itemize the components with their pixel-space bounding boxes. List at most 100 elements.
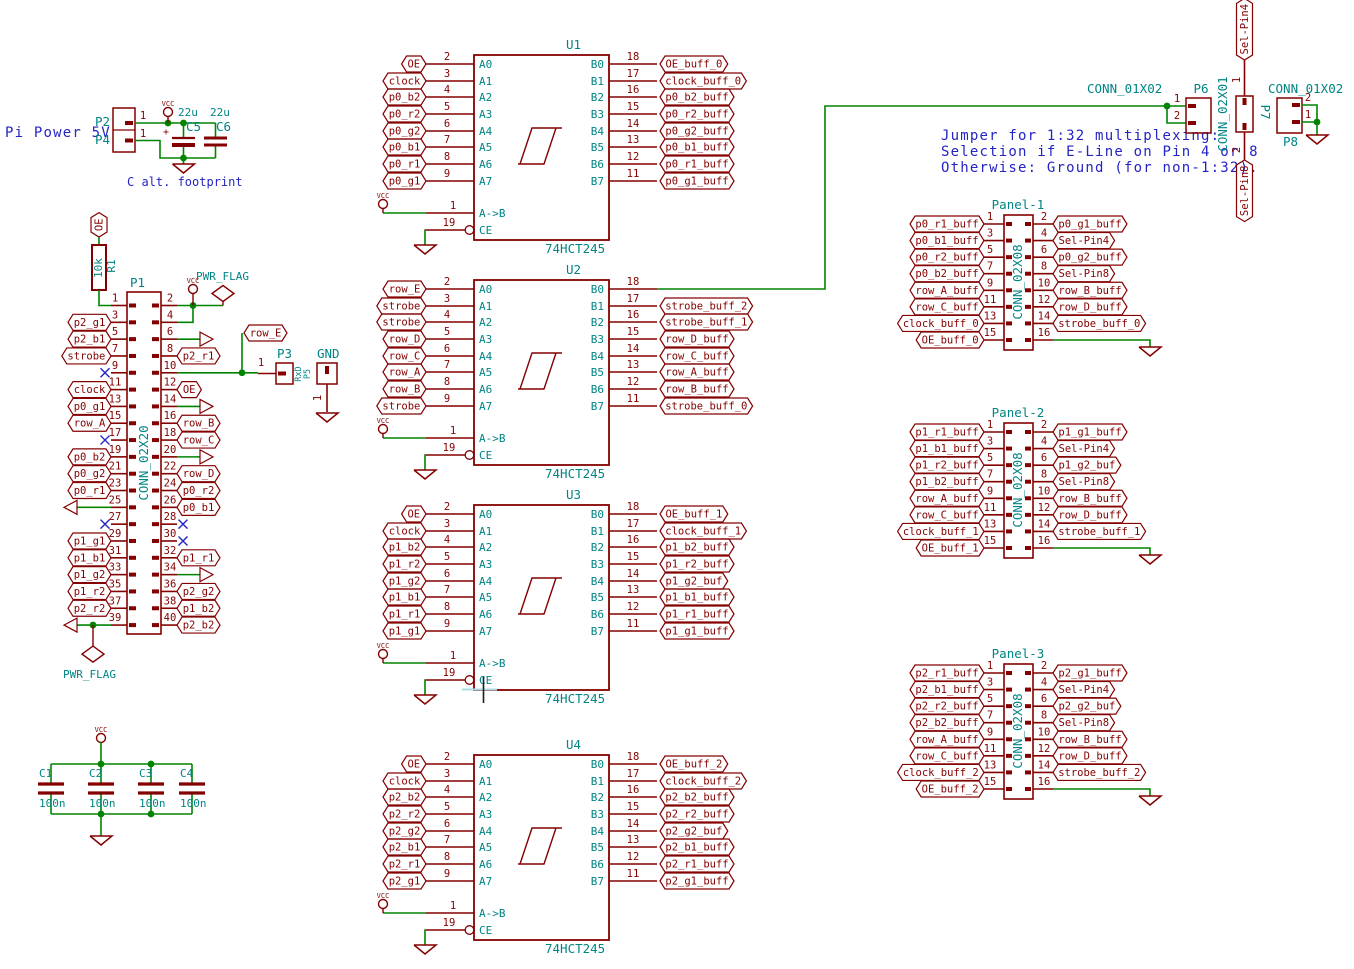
net-label[interactable]: row_D_buff [1053,507,1127,523]
net-label[interactable]: p2_b2 [177,617,220,633]
net-label[interactable]: p1_r2 [383,556,426,572]
net-label[interactable]: p0_r2_buff [910,249,984,265]
net-label[interactable]: OE [177,382,201,398]
gnd-symbol[interactable] [90,836,112,845]
connector-panel-1[interactable]: Panel-1CONN_02X0812p0_r1_buffp0_g1_buff3… [898,197,1161,356]
net-label[interactable]: p2_r2_buff [910,698,984,714]
wire[interactable] [425,230,426,245]
net-label[interactable]: p1_b2 [383,539,426,555]
net-label[interactable]: clock [383,523,426,539]
net-label[interactable]: p2_b1_buff [660,839,734,855]
net-label[interactable]: p0_g1_buff [660,173,734,189]
net-label[interactable]: strobe_buff_2 [1053,764,1146,780]
net-label[interactable]: p0_r1 [68,483,111,499]
net-label[interactable]: row_B [383,381,426,397]
net-label[interactable]: p1_r1_buff [660,606,734,622]
net-label[interactable]: p2_r2_buff [660,806,734,822]
net-label[interactable]: strobe_buff_1 [1053,523,1146,539]
net-label[interactable]: p0_b1_buff [910,233,984,249]
net-label[interactable]: strobe [377,298,426,314]
net-label[interactable]: p0_g2_buff [660,123,734,139]
net-label[interactable]: p1_r2_buff [910,457,984,473]
net-label[interactable]: p0_b2_buff [910,266,984,282]
net-label[interactable]: p2_r1_buff [660,856,734,872]
unlabeled-net-arrow[interactable] [200,450,213,464]
net-label[interactable]: p1_r1 [177,550,220,566]
unlabeled-net-arrow[interactable] [64,500,77,514]
power-input-section[interactable]: Pi Power 5VP2P411VCC+22uC522uC6C alt. fo… [5,100,243,189]
vcc-symbol[interactable]: VCC [377,892,390,913]
connector-p1[interactable]: P1CONN_02X201234p2_g156p2_b178strobep2_r… [62,270,287,681]
net-label[interactable]: p0_r2 [383,106,426,122]
net-label[interactable]: clock [383,73,426,89]
net-label[interactable]: p1_r2 [68,583,111,599]
net-label[interactable]: OE_buff_1 [660,506,728,522]
net-label[interactable]: OE_buff_0 [916,332,984,348]
net-label[interactable]: p2_b1 [68,331,111,347]
net-label[interactable]: row_B_buff [1053,490,1127,506]
net-label[interactable]: row_A_buff [910,731,984,747]
net-label[interactable]: row_B_buff [1053,282,1127,298]
net-label[interactable]: p1_g1_buff [1053,424,1127,440]
net-label[interactable]: OE_buff_0 [660,56,728,72]
net-label[interactable]: row_A [68,415,111,431]
net-label[interactable]: row_B [177,415,220,431]
net-label[interactable]: row_C_buff [910,507,984,523]
net-label[interactable]: p1_g1 [383,623,426,639]
net-label[interactable]: p2_g1_buff [1053,665,1127,681]
net-label[interactable]: clock_buff_2 [660,773,746,789]
net-label[interactable]: p0_b2 [383,89,426,105]
net-label[interactable]: clock_buff_0 [660,73,746,89]
net-label[interactable]: p0_r1_buff [910,216,984,232]
net-label[interactable]: Sel-Pin8 [1053,474,1115,490]
net-label[interactable]: clock_buff_1 [898,523,984,539]
net-label[interactable]: p1_g2_buf [660,573,728,589]
pwr-flag-symbol[interactable] [212,286,234,302]
net-label[interactable]: strobe_buff_2 [660,298,753,314]
gnd-symbol[interactable] [414,945,436,954]
net-label[interactable]: p0_g1 [383,173,426,189]
jumper-section[interactable]: Jumper for 1:32 multiplexing:Selection i… [941,0,1343,222]
gnd-symbol[interactable] [1139,347,1161,356]
net-label[interactable]: p1_g1 [68,533,111,549]
net-label[interactable]: p1_b1 [383,589,426,605]
net-label[interactable]: row_A_buff [910,282,984,298]
net-label[interactable]: p0_b2_buff [660,89,734,105]
net-label[interactable]: row_E [244,325,287,341]
net-label[interactable]: strobe [377,314,426,330]
ic-u1[interactable]: U174HCT245218A0B0OEOE_buff_0317A1B1clock… [377,37,747,256]
net-label[interactable]: p0_b1 [383,139,426,155]
decoupling-caps[interactable]: VCCC1100nC2100nC3100nC4100n [38,726,207,845]
net-label[interactable]: p1_b2_buff [660,539,734,555]
connector-panel-3[interactable]: Panel-3CONN_02X0812p2_r1_buffp2_g1_buff3… [898,646,1161,805]
wire[interactable] [1053,340,1150,347]
net-label[interactable]: p1_g1_buff [660,623,734,639]
unlabeled-net-arrow[interactable] [200,332,213,346]
net-label[interactable]: p2_b2_buff [910,715,984,731]
net-label[interactable]: OE_buff_1 [916,540,984,556]
net-label[interactable]: clock [68,382,111,398]
net-label[interactable]: p1_b1_buff [660,589,734,605]
net-label[interactable]: p0_b1_buff [660,139,734,155]
net-label[interactable]: row_B_buff [1053,731,1127,747]
net-label[interactable]: p1_b1 [68,550,111,566]
net-label[interactable]: p1_g2 [383,573,426,589]
net-label[interactable]: Sel-Pin8 [1237,160,1253,222]
unlabeled-net-arrow[interactable] [64,618,77,632]
net-label[interactable]: p2_g1 [68,314,111,330]
net-label[interactable]: p0_r2_buff [660,106,734,122]
net-label[interactable]: strobe [377,398,426,414]
net-label[interactable]: p1_b2_buff [910,474,984,490]
gnd-symbol[interactable] [173,164,195,173]
ic-u3[interactable]: U374HCT245218A0B0OEOE_buff_1317A1B1clock… [377,487,747,706]
net-label[interactable]: row_C_buff [910,748,984,764]
gnd-symbol[interactable] [1306,135,1328,144]
net-label[interactable]: p2_g2_buf [1053,698,1121,714]
net-label[interactable]: p2_b1 [383,839,426,855]
net-label[interactable]: p1_b1_buff [910,441,984,457]
net-label[interactable]: clock [383,773,426,789]
net-label[interactable]: p2_r2 [383,806,426,822]
net-label[interactable]: p0_g1 [68,398,111,414]
gnd-symbol[interactable] [1139,796,1161,805]
net-label[interactable]: Sel-Pin4 [1053,233,1115,249]
